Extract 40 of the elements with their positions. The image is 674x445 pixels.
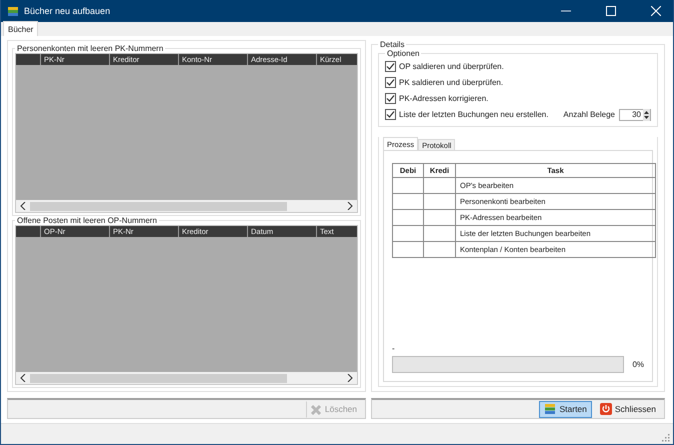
table-cell — [424, 210, 456, 226]
cross-icon — [310, 404, 322, 414]
table-cell — [424, 194, 456, 210]
checkbox[interactable]: PK-Adressen korrigieren. — [385, 93, 488, 104]
table-cell — [424, 242, 456, 258]
horizontal-scrollbar[interactable] — [16, 200, 357, 212]
status-text: - — [392, 344, 396, 353]
books-icon — [544, 403, 556, 415]
close-button[interactable]: Schliessen — [594, 400, 661, 418]
checkbox[interactable]: PK saldieren und überprüfen. — [385, 77, 504, 88]
progress-reading: 0% — [632, 360, 644, 369]
start-button[interactable]: Starten — [539, 400, 592, 418]
scroll-left-icon[interactable] — [20, 374, 26, 382]
checkbox[interactable]: Liste der letzten Buchungen neu erstellen. — [385, 109, 548, 120]
table-cell — [392, 210, 424, 226]
close-icon[interactable] — [651, 6, 661, 16]
spin-arrows-icon[interactable] — [643, 108, 650, 120]
tab[interactable]: Bücher — [3, 21, 38, 36]
resize-grip-icon[interactable] — [662, 434, 670, 442]
table-cell — [392, 242, 424, 258]
horizontal-scrollbar[interactable] — [16, 372, 357, 384]
scroll-right-icon[interactable] — [347, 202, 353, 210]
scroll-left-icon[interactable] — [20, 202, 26, 210]
window-title: Bücher neu aufbauen — [24, 6, 110, 16]
checkbox[interactable]: OP saldieren und überprüfen. — [385, 61, 504, 72]
table-cell — [392, 226, 424, 242]
scroll-right-icon[interactable] — [347, 374, 353, 382]
table-cell — [424, 178, 456, 194]
maximize-icon[interactable] — [606, 6, 616, 16]
number-field[interactable]: 30 — [619, 108, 651, 120]
table-cell — [424, 226, 456, 242]
books-icon — [7, 5, 19, 17]
power-icon — [600, 403, 612, 415]
group-title: Details — [379, 40, 406, 49]
group-title: Offene Posten mit leeren OP-Nummern — [16, 216, 158, 225]
table-cell — [392, 194, 424, 210]
table-cell — [392, 178, 424, 194]
group-title: Optionen — [386, 49, 420, 58]
group-title: Personenkonten mit leeren PK-Nummern — [16, 44, 164, 53]
field-label: Anzahl Belege — [563, 110, 615, 119]
